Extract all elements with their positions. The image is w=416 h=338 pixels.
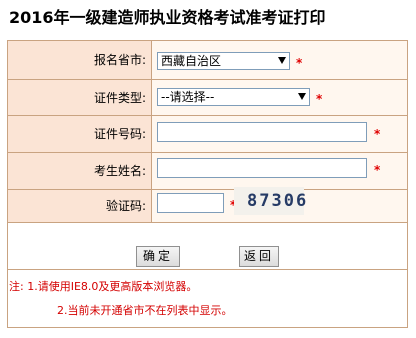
captcha-input[interactable] xyxy=(157,193,224,213)
page-title: 2016年一级建造师执业资格考试准考证打印 xyxy=(9,8,326,27)
note-line-2: 2.当前未开通省市不在列表中显示。 xyxy=(57,304,233,317)
dropdown-arrow-icon xyxy=(278,57,286,64)
grid-line xyxy=(7,152,408,153)
id-type-select-value: --请选择-- xyxy=(161,90,215,104)
back-button[interactable]: 返回 xyxy=(239,246,279,267)
province-label: 报名省市: xyxy=(8,41,151,79)
captcha-image[interactable]: 87306 xyxy=(234,187,306,215)
province-select[interactable]: 西藏自治区 xyxy=(157,52,290,70)
grid-line xyxy=(7,327,408,328)
required-mark: * xyxy=(316,92,323,106)
captcha-label: 验证码: xyxy=(8,190,151,222)
required-mark: * xyxy=(374,127,381,141)
note-line-1: 注: 1.请使用IE8.0及更高版本浏览器。 xyxy=(9,280,198,293)
province-select-value: 西藏自治区 xyxy=(161,54,222,68)
id-number-input[interactable] xyxy=(157,122,367,142)
grid-line xyxy=(7,115,408,116)
id-type-select[interactable]: --请选择-- xyxy=(157,88,310,106)
required-mark: * xyxy=(374,163,381,177)
grid-line xyxy=(7,269,408,270)
name-label-text: 考生姓名: xyxy=(93,164,146,178)
id-number-label-text: 证件号码: xyxy=(93,127,146,141)
dropdown-arrow-icon xyxy=(298,93,306,100)
name-label: 考生姓名: xyxy=(8,153,151,189)
id-type-label-text: 证件类型: xyxy=(93,90,146,105)
grid-line xyxy=(7,40,408,41)
grid-line xyxy=(151,40,152,223)
name-input[interactable] xyxy=(157,158,367,178)
id-type-label: 证件类型: xyxy=(8,80,151,115)
grid-line xyxy=(7,222,408,223)
grid-line xyxy=(7,40,8,328)
province-label-text: 报名省市: xyxy=(93,53,146,67)
grid-line xyxy=(7,79,408,80)
confirm-button[interactable]: 确定 xyxy=(136,246,180,267)
grid-line xyxy=(407,40,408,328)
required-mark: * xyxy=(296,56,303,70)
id-number-label: 证件号码: xyxy=(8,116,151,152)
captcha-label-text: 验证码: xyxy=(105,199,146,213)
grid-line xyxy=(7,189,408,190)
